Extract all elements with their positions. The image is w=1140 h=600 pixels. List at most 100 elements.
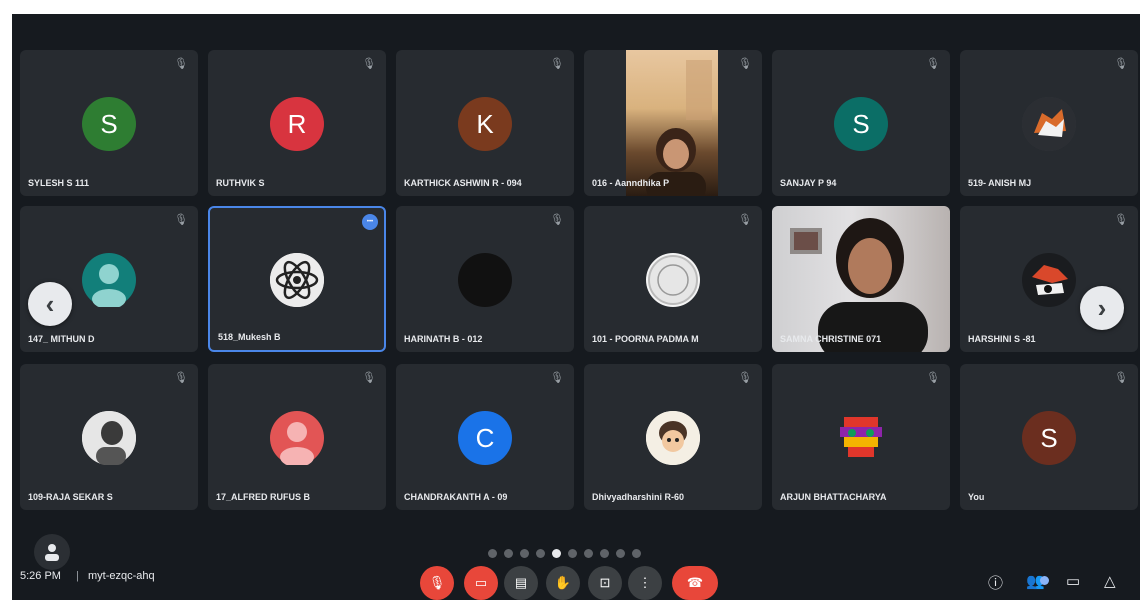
page-indicator: [488, 549, 641, 558]
meeting-info-button[interactable]: ⓘ: [988, 572, 1003, 593]
participant-tile[interactable]: 🎙 HARINATH B - 012: [396, 206, 574, 352]
participant-tile[interactable]: 🎙 101 - POORNA PADMA M: [584, 206, 762, 352]
participant-name: 518_Mukesh B: [218, 332, 281, 342]
participant-tile[interactable]: 🎙 S SYLESH S 111: [20, 50, 198, 196]
notification-badge: [1040, 576, 1049, 585]
hand-icon: ✋: [554, 575, 572, 590]
participant-name: 17_ALFRED RUFUS B: [216, 492, 311, 502]
page-dot-current[interactable]: [552, 549, 561, 558]
page-dot[interactable]: [488, 549, 497, 558]
participant-tile[interactable]: 🎙 17_ALFRED RUFUS B: [208, 364, 386, 510]
participant-tile[interactable]: 🎙 519- ANISH MJ: [960, 50, 1138, 196]
chevron-left-icon: ‹: [45, 288, 55, 319]
mic-off-icon: 🎙: [550, 372, 564, 384]
default-avatar: [82, 253, 136, 307]
avatar: R: [270, 97, 324, 151]
person-icon: [92, 264, 126, 307]
participant-tile[interactable]: 🎙 K KARTHICK ASHWIN R - 094: [396, 50, 574, 196]
participant-name: CHANDRAKANTH A - 09: [404, 492, 508, 502]
participant-name: ARJUN BHATTACHARYA: [780, 492, 887, 502]
page-dot[interactable]: [536, 549, 545, 558]
avatar: C: [458, 411, 512, 465]
avatar: S: [834, 97, 888, 151]
participant-tile-self[interactable]: 🎙 S You: [960, 364, 1138, 510]
participant-tile[interactable]: 🎙 ARJUN BHATTACHARYA: [772, 364, 950, 510]
page-dot[interactable]: [616, 549, 625, 558]
profile-picture: [82, 411, 136, 465]
mic-off-icon: 🎙: [362, 372, 376, 384]
next-page-button[interactable]: ›: [1080, 286, 1124, 330]
page-dot[interactable]: [632, 549, 641, 558]
participant-tile[interactable]: 🎙 C CHANDRAKANTH A - 09: [396, 364, 574, 510]
page-dot[interactable]: [568, 549, 577, 558]
participant-name: HARINATH B - 012: [404, 334, 483, 344]
meeting-time: 5:26 PM: [20, 570, 61, 582]
participant-tile[interactable]: 🎙 HARSHINI S -81: [960, 206, 1138, 352]
page-dot[interactable]: [520, 549, 529, 558]
camera-toggle-button[interactable]: ▭: [464, 566, 498, 600]
participant-tile[interactable]: 🎙 SAMNA CHRISTINE 071: [772, 206, 950, 352]
person-silhouette: [646, 60, 712, 196]
participant-tile[interactable]: 🎙 Dhivyadharshini R-60: [584, 364, 762, 510]
previous-page-button[interactable]: ‹: [28, 282, 72, 326]
participant-name: 109-RAJA SEKAR S: [28, 492, 113, 502]
mic-off-icon: 🎙: [738, 214, 752, 226]
participant-name: KARTHICK ASHWIN R - 094: [404, 178, 522, 188]
meeting-stage: 🎙 S SYLESH S 111 🎙 R RUTHVIK S 🎙 K KARTH…: [12, 14, 1140, 600]
profile-image-icon: [1022, 97, 1076, 151]
captions-icon: ▤: [514, 575, 528, 590]
activities-button[interactable]: △: [1104, 572, 1116, 590]
mic-off-icon: 🎙: [550, 58, 564, 70]
profile-image-icon: [82, 411, 136, 465]
participant-tile-active[interactable]: ••• 518_Mukesh B: [208, 206, 386, 352]
profile-picture: [458, 253, 512, 307]
participant-tile[interactable]: 🎙 016 - Aanndhika P: [584, 50, 762, 196]
profile-picture: [270, 253, 324, 307]
avatar: S: [1022, 411, 1076, 465]
mic-off-icon: 🎙: [738, 372, 752, 384]
participant-tile[interactable]: 🎙 S SANJAY P 94: [772, 50, 950, 196]
speaking-indicator-icon: •••: [362, 214, 378, 230]
person-icon: [280, 422, 314, 465]
self-view-button[interactable]: [34, 534, 70, 570]
participant-name: Dhivyadharshini R-60: [592, 492, 685, 502]
person-silhouette: [790, 218, 928, 352]
page-dot[interactable]: [600, 549, 609, 558]
profile-picture: [1022, 97, 1076, 151]
cartoon-avatar-icon: [646, 411, 700, 465]
participant-name: 101 - POORNA PADMA M: [592, 334, 699, 344]
camera-off-icon: ▭: [474, 575, 488, 590]
info-icon: ⓘ: [988, 575, 1004, 592]
mic-off-icon: 🎙: [738, 58, 752, 70]
hang-up-icon: ☎: [686, 575, 704, 590]
more-vertical-icon: ⋮: [638, 575, 652, 590]
more-options-button[interactable]: ⋮: [628, 566, 662, 600]
profile-image-icon: [1022, 253, 1076, 307]
participant-name: 016 - Aanndhika P: [592, 178, 670, 188]
participant-tile[interactable]: 🎙 R RUTHVIK S: [208, 50, 386, 196]
person-icon: [45, 544, 59, 561]
profile-picture: [834, 411, 888, 465]
atom-icon: [270, 253, 324, 307]
meeting-code: myt-ezqc-ahq: [88, 570, 155, 582]
mic-off-icon: 🎙: [1114, 214, 1128, 226]
mic-off-icon: 🎙: [1114, 58, 1128, 70]
profile-picture: [1022, 253, 1076, 307]
participant-tile[interactable]: 🎙 109-RAJA SEKAR S: [20, 364, 198, 510]
captions-button[interactable]: ▤: [504, 566, 538, 600]
mic-off-icon: 🎙: [174, 214, 188, 226]
avatar: S: [82, 97, 136, 151]
participant-tile[interactable]: 🎙 147_ MITHUN D: [20, 206, 198, 352]
participant-name: SANJAY P 94: [780, 178, 837, 188]
mic-off-icon: 🎙: [174, 372, 188, 384]
page-dot[interactable]: [504, 549, 513, 558]
profile-picture: [646, 253, 700, 307]
present-screen-button[interactable]: ⊡: [588, 566, 622, 600]
mic-off-icon: 🎙: [428, 575, 446, 590]
raise-hand-button[interactable]: ✋: [546, 566, 580, 600]
microphone-toggle-button[interactable]: 🎙: [420, 566, 454, 600]
chat-button[interactable]: ▭: [1066, 572, 1080, 590]
participant-video: [772, 206, 950, 352]
leave-call-button[interactable]: ☎: [672, 566, 718, 600]
page-dot[interactable]: [584, 549, 593, 558]
